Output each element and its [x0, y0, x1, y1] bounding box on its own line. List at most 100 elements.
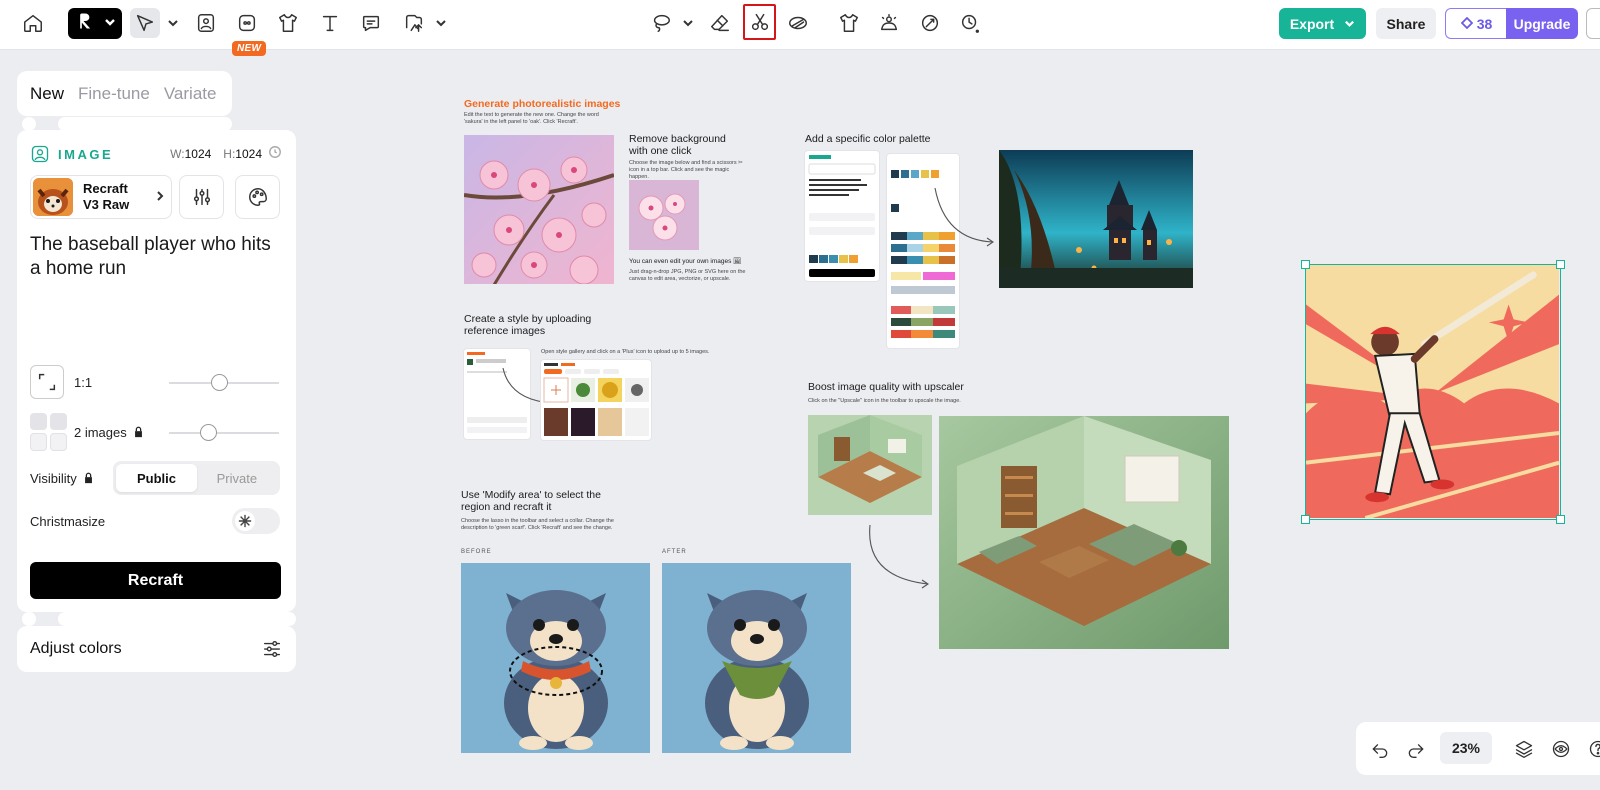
adjust-colors-panel[interactable]: Adjust colors — [17, 626, 296, 672]
share-button[interactable]: Share — [1376, 8, 1436, 39]
mockup-tool-button[interactable] — [273, 8, 303, 38]
own-images-title: You can even edit your own images 🖼 — [629, 258, 742, 265]
section-title: IMAGE — [58, 146, 114, 162]
tab-fine-tune[interactable]: Fine-tune — [78, 84, 150, 104]
tab-variate[interactable]: Variate — [164, 84, 217, 104]
recraft-logo-button[interactable] — [68, 8, 122, 39]
christmasize-toggle[interactable] — [232, 508, 280, 534]
prompt-input[interactable]: The baseball player who hits a home run — [30, 233, 280, 281]
width-value: 1024 — [184, 146, 212, 161]
images-slider[interactable] — [169, 424, 279, 441]
inpaint-tool-button[interactable] — [915, 8, 945, 38]
comment-tool-button[interactable] — [356, 8, 386, 38]
visibility-label: Visibility — [30, 471, 113, 486]
private-option[interactable]: Private — [197, 464, 277, 492]
style-title: Create a style by uploading reference im… — [464, 313, 592, 337]
image-section-label: IMAGE — [30, 144, 113, 164]
before-label: BEFORE — [461, 549, 492, 555]
panel-connector-bar — [58, 612, 296, 626]
adjust-colors-label: Adjust colors — [30, 640, 122, 657]
selected-generated-image[interactable] — [1301, 260, 1565, 524]
image-icon — [197, 14, 215, 32]
visibility-row: Visibility Public Private — [30, 461, 280, 495]
undo-icon[interactable] — [1366, 735, 1394, 763]
zoom-level[interactable]: 23% — [1440, 732, 1492, 764]
images-slider-knob[interactable] — [199, 424, 217, 441]
adjust-sliders-icon — [263, 640, 281, 658]
export-button[interactable]: Export — [1279, 8, 1366, 39]
recraft-button[interactable]: Recraft — [30, 562, 281, 599]
inpaint-icon — [921, 14, 939, 32]
visibility-text: Visibility — [30, 470, 77, 486]
pin-icon — [961, 14, 979, 33]
lasso-chevron-icon[interactable] — [682, 16, 694, 28]
lock-icon — [84, 472, 92, 484]
mode-tabs: New Fine-tune Variate — [17, 71, 232, 116]
text-tool-button[interactable] — [315, 8, 345, 38]
remove-background-button[interactable] — [743, 4, 776, 40]
model-name-line2: V3 Raw — [83, 197, 130, 212]
frame-chevron-icon[interactable] — [435, 16, 447, 28]
generate-icon — [880, 14, 898, 31]
visibility-toggle: Public Private — [113, 461, 280, 495]
christmasize-label: Christmasize — [30, 513, 106, 529]
palette-title: Add a specific color palette — [805, 133, 931, 145]
palette-arrow — [930, 185, 1000, 255]
image-dimensions[interactable]: W:1024 H:1024 — [170, 145, 282, 162]
style-button[interactable] — [235, 175, 280, 219]
home-icon[interactable] — [18, 8, 48, 38]
dog-before-image[interactable] — [461, 563, 650, 753]
settings-button[interactable] — [179, 175, 224, 219]
cherry-blossom-image[interactable] — [464, 135, 614, 284]
crop-corners-icon — [38, 373, 56, 391]
image-count-icon — [30, 413, 68, 451]
model-name-line1: Recraft — [83, 181, 128, 196]
blossom-thumb-image[interactable] — [629, 180, 699, 250]
room-upscaled-image[interactable] — [939, 416, 1229, 649]
frame-import-button[interactable] — [399, 8, 429, 38]
vectorize-tool-button[interactable] — [783, 8, 813, 38]
recraft-logo — [76, 11, 96, 36]
lasso-icon — [653, 14, 670, 32]
credits-counter[interactable]: 38 — [1445, 8, 1507, 39]
after-label: AFTER — [662, 549, 687, 555]
resize-handle-tl[interactable] — [1301, 260, 1310, 269]
resize-handle-bl[interactable] — [1301, 515, 1310, 524]
chevron-right-icon — [155, 188, 165, 206]
resize-handle-br[interactable] — [1556, 515, 1565, 524]
resize-handle-tr[interactable] — [1556, 260, 1565, 269]
preview-eye-icon[interactable] — [1547, 735, 1575, 763]
tab-new[interactable]: New — [30, 84, 64, 104]
scissors-icon — [751, 13, 768, 31]
snowflake-icon — [235, 511, 255, 531]
pin-tool-button[interactable] — [955, 8, 985, 38]
shirt-mockup-button[interactable] — [834, 8, 864, 38]
ratio-slider-knob[interactable] — [210, 374, 228, 391]
eraser-icon — [711, 14, 729, 32]
fantasy-village-image[interactable] — [999, 150, 1193, 288]
model-selector[interactable]: Recraft V3 Raw — [30, 175, 172, 219]
help-icon[interactable] — [1584, 735, 1600, 763]
style-gallery — [541, 360, 651, 440]
select-chevron-icon[interactable] — [167, 16, 179, 28]
shirt-icon — [840, 14, 858, 32]
redo-icon[interactable] — [1402, 735, 1430, 763]
eraser-tool-button[interactable] — [705, 8, 735, 38]
aspect-ratio-button[interactable] — [30, 365, 64, 399]
own-images-desc: Just drag-n-drop JPG, PNG or SVG here on… — [629, 269, 746, 282]
upgrade-button[interactable]: Upgrade — [1506, 8, 1578, 39]
image-tool-button[interactable] — [191, 8, 221, 38]
vector-tool-button[interactable] — [232, 8, 262, 38]
layers-icon[interactable] — [1510, 735, 1538, 763]
public-option[interactable]: Public — [116, 464, 197, 492]
lasso-tool-button[interactable] — [646, 8, 676, 38]
room-small-image[interactable] — [808, 415, 932, 515]
ratio-slider[interactable] — [169, 374, 279, 391]
profile-button[interactable] — [1586, 8, 1600, 39]
history-icon[interactable] — [268, 145, 282, 162]
sliders-icon — [193, 188, 210, 206]
select-tool-button[interactable] — [130, 8, 160, 38]
generate-scene-button[interactable] — [874, 8, 904, 38]
dog-after-image[interactable] — [662, 563, 851, 753]
lock-icon — [134, 426, 142, 438]
